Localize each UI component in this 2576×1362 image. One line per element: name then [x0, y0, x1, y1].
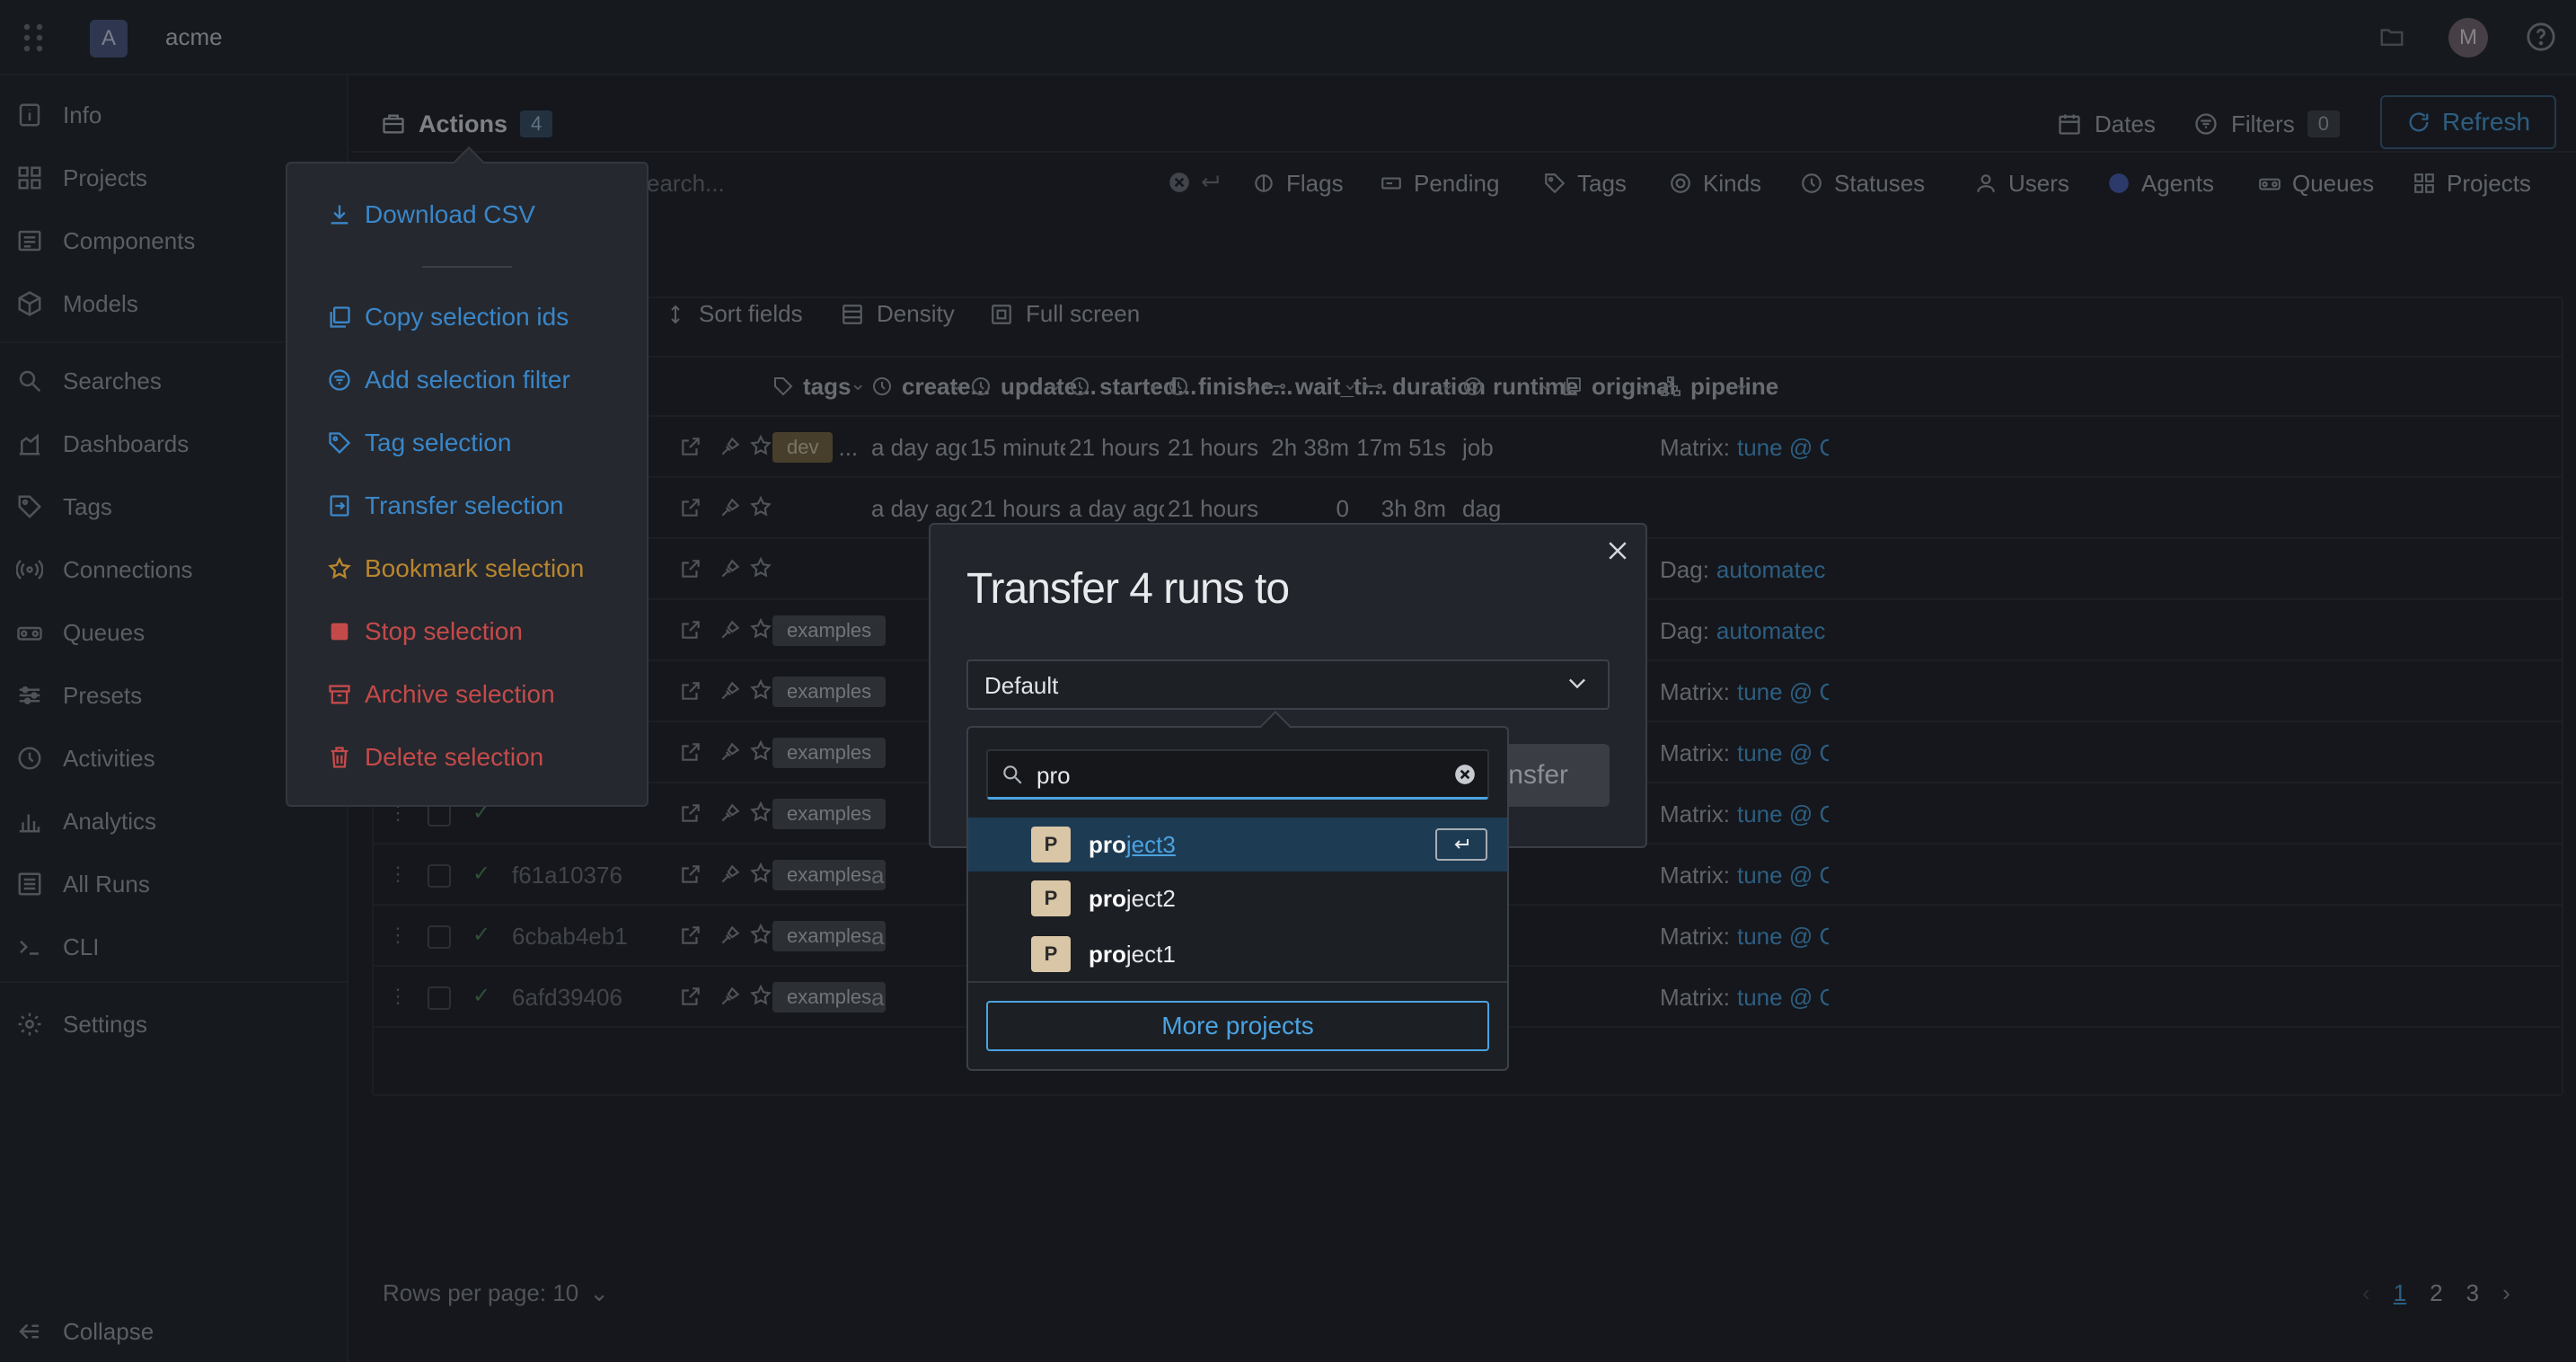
more-projects-button[interactable]: More projects: [986, 1001, 1489, 1051]
project-search-field[interactable]: pro: [986, 749, 1489, 800]
actions-menu: Download CSV Copy selection ids Add sele…: [286, 146, 648, 807]
project-option-label: project2: [1089, 885, 1176, 913]
clear-search-icon[interactable]: [1453, 763, 1477, 786]
menu-item-label: Delete selection: [365, 743, 544, 771]
menu-divider: [422, 266, 512, 268]
menu-item-download-csv[interactable]: Download CSV: [327, 192, 535, 237]
close-icon[interactable]: [1604, 537, 1631, 564]
chevron-down-icon: [1565, 670, 1590, 695]
menu-item-add-selection-filter[interactable]: Add selection filter: [327, 358, 570, 402]
menu-item-label: Stop selection: [365, 617, 523, 645]
menu-item-tag-selection[interactable]: Tag selection: [327, 420, 511, 465]
project-option-label: project3: [1089, 831, 1176, 859]
search-icon: [1003, 765, 1022, 784]
menu-item-delete-selection[interactable]: Delete selection: [327, 735, 543, 780]
stop-icon: [331, 623, 348, 641]
trash-icon: [331, 747, 348, 768]
menu-item-label: Copy selection ids: [365, 303, 569, 331]
project-badge: P: [1031, 936, 1071, 972]
menu-item-transfer-selection[interactable]: Transfer selection: [327, 483, 564, 528]
menu-item-bookmark-selection[interactable]: Bookmark selection: [327, 546, 584, 591]
project-option[interactable]: P project3: [968, 818, 1507, 871]
archive-icon: [329, 685, 350, 704]
modal-title: Transfer 4 runs to: [966, 565, 1290, 613]
menu-item-archive-selection[interactable]: Archive selection: [327, 672, 555, 717]
menu-item-label: Tag selection: [365, 429, 512, 456]
filter-icon: [329, 369, 350, 391]
enter-key-icon: [1435, 828, 1487, 861]
project-option[interactable]: P project2: [968, 871, 1507, 925]
project-option-label: project1: [1089, 941, 1176, 968]
option-rest: ject2: [1125, 884, 1176, 912]
match-highlight: pro: [1089, 884, 1126, 912]
menu-item-label: Archive selection: [365, 680, 555, 708]
transfer-icon: [330, 495, 349, 517]
menu-item-label: Add selection filter: [365, 366, 570, 394]
option-rest: ject3: [1125, 830, 1176, 858]
menu-item-label: Bookmark selection: [365, 554, 585, 582]
match-highlight: pro: [1089, 940, 1126, 968]
project-badge: P: [1031, 880, 1071, 916]
option-rest: ject1: [1125, 940, 1176, 968]
more-projects-label: More projects: [1161, 1012, 1314, 1039]
menu-item-label: Download CSV: [365, 200, 535, 228]
project-select[interactable]: Default: [966, 659, 1610, 710]
copy-icon: [330, 306, 350, 328]
transfer-submit-label: nsfer: [1508, 760, 1568, 790]
tag-icon: [329, 432, 351, 455]
star-icon: [328, 556, 351, 579]
download-icon: [331, 205, 348, 225]
project-select-value: Default: [984, 672, 1059, 699]
menu-item-stop-selection[interactable]: Stop selection: [327, 609, 523, 654]
project-option[interactable]: P project1: [968, 927, 1507, 981]
match-highlight: pro: [1089, 830, 1126, 858]
menu-item-copy-selection-ids[interactable]: Copy selection ids: [327, 295, 569, 340]
project-search-value: pro: [1037, 762, 1071, 789]
dropdown-divider: [968, 981, 1507, 983]
menu-item-label: Transfer selection: [365, 491, 564, 519]
project-badge: P: [1031, 827, 1071, 862]
project-dropdown: pro P project3 P project2 P project1 Mor…: [966, 711, 1509, 1071]
